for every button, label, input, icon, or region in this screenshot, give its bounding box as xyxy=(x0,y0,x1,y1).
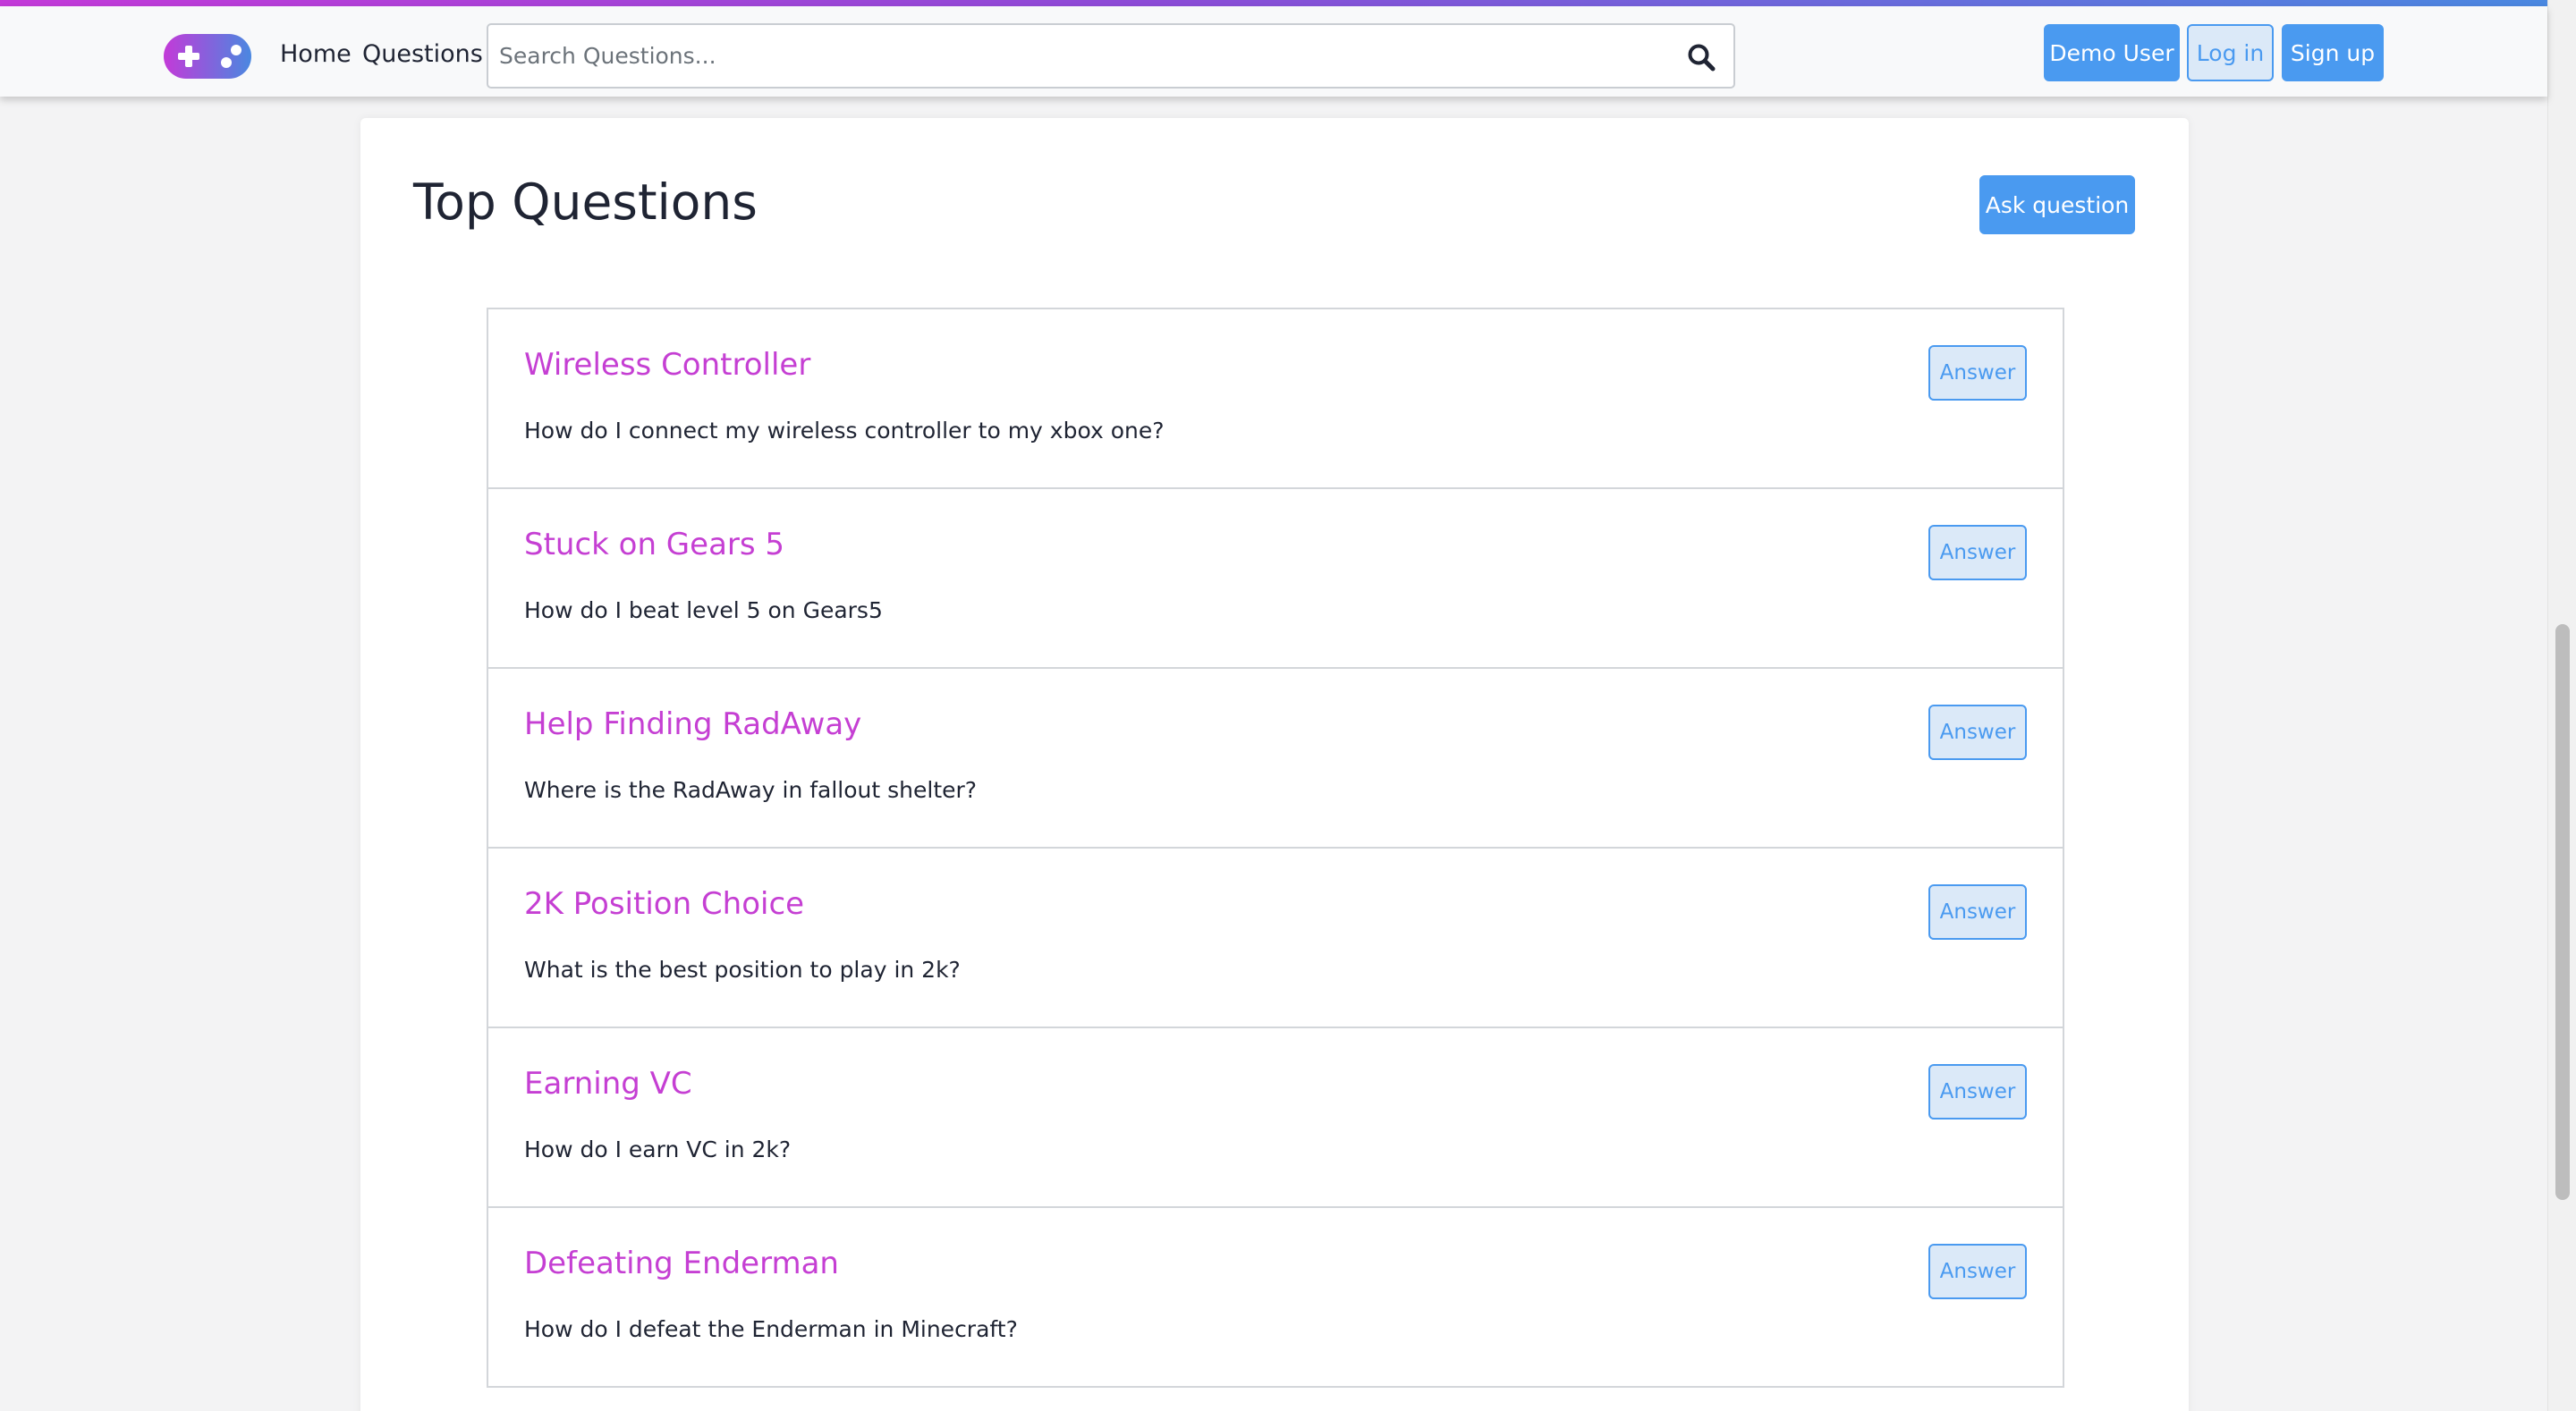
sign-up-button[interactable]: Sign up xyxy=(2282,24,2384,81)
question-title-link[interactable]: Stuck on Gears 5 xyxy=(524,527,784,562)
answer-button[interactable]: Answer xyxy=(1928,1244,2027,1299)
question-body: Where is the RadAway in fallout shelter? xyxy=(524,777,978,803)
question-body: How do I connect my wireless controller … xyxy=(524,418,1165,444)
demo-user-button[interactable]: Demo User xyxy=(2044,24,2180,81)
search-icon[interactable] xyxy=(1687,43,1716,72)
question-item: Wireless Controller How do I connect my … xyxy=(488,309,2063,489)
question-title-link[interactable]: Help Finding RadAway xyxy=(524,706,861,742)
question-body: How do I defeat the Enderman in Minecraf… xyxy=(524,1316,1018,1342)
question-list: Wireless Controller How do I connect my … xyxy=(487,308,2064,1388)
question-body: How do I beat level 5 on Gears5 xyxy=(524,597,883,623)
nav-home-link[interactable]: Home xyxy=(280,37,352,72)
question-title-link[interactable]: 2K Position Choice xyxy=(524,886,804,922)
search-input[interactable] xyxy=(499,25,1662,87)
question-item: Earning VC How do I earn VC in 2k? Answe… xyxy=(488,1028,2063,1208)
search-bar xyxy=(487,23,1735,89)
question-body: What is the best position to play in 2k? xyxy=(524,957,961,983)
question-body: How do I earn VC in 2k? xyxy=(524,1136,792,1162)
question-item: Help Finding RadAway Where is the RadAwa… xyxy=(488,669,2063,849)
question-title-link[interactable]: Defeating Enderman xyxy=(524,1246,839,1281)
log-in-button[interactable]: Log in xyxy=(2187,24,2274,81)
navbar: Home Questions Demo User Log in Sign up xyxy=(0,6,2547,97)
answer-button[interactable]: Answer xyxy=(1928,525,2027,580)
answer-button[interactable]: Answer xyxy=(1928,705,2027,760)
top-accent-bar xyxy=(0,0,2547,6)
answer-button[interactable]: Answer xyxy=(1928,1064,2027,1120)
answer-button[interactable]: Answer xyxy=(1928,884,2027,940)
question-item: Stuck on Gears 5 How do I beat level 5 o… xyxy=(488,489,2063,669)
answer-button[interactable]: Answer xyxy=(1928,345,2027,401)
nav-questions-link[interactable]: Questions xyxy=(362,37,483,72)
question-item: Defeating Enderman How do I defeat the E… xyxy=(488,1208,2063,1388)
question-title-link[interactable]: Earning VC xyxy=(524,1066,692,1102)
scrollbar-thumb[interactable] xyxy=(2555,624,2570,1200)
page-title: Top Questions xyxy=(413,173,758,231)
ask-question-button[interactable]: Ask question xyxy=(1979,175,2135,234)
question-item: 2K Position Choice What is the best posi… xyxy=(488,849,2063,1028)
gamepad-icon[interactable] xyxy=(164,32,251,80)
questions-card: Top Questions Ask question Wireless Cont… xyxy=(360,118,2189,1411)
question-title-link[interactable]: Wireless Controller xyxy=(524,347,810,383)
